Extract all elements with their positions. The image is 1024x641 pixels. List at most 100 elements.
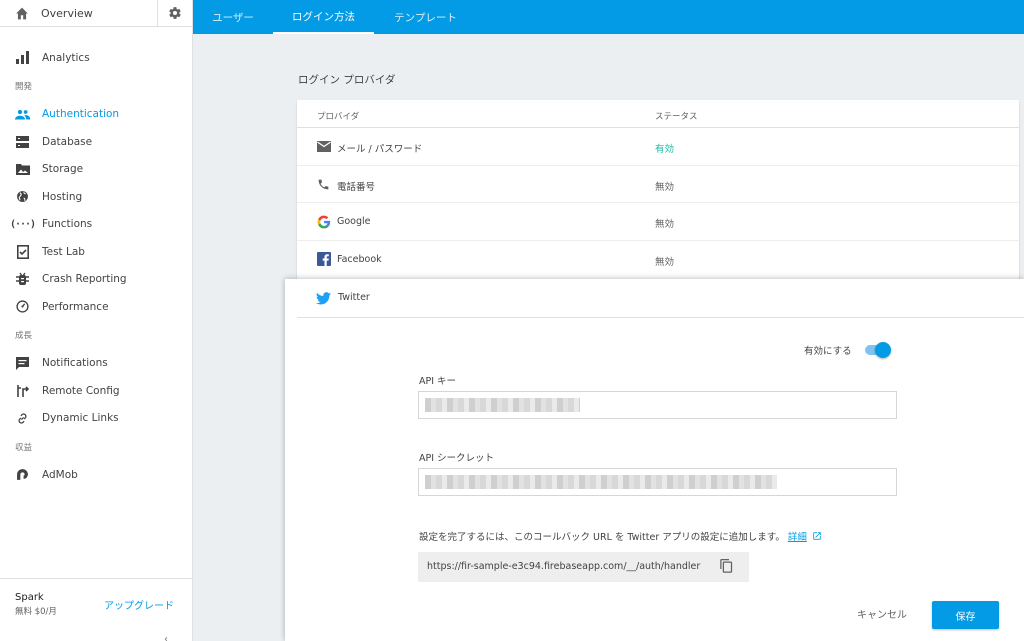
sidebar-item-remote-config[interactable]: Remote Config <box>0 377 192 405</box>
sidebar-item-label: Remote Config <box>42 384 120 397</box>
provider-status: 有効 <box>655 144 675 155</box>
table-row[interactable]: メール / パスワード 有効 <box>297 128 1019 166</box>
sidebar-item-authentication[interactable]: Authentication <box>0 101 192 129</box>
image-folder-icon <box>15 162 30 177</box>
plan-price: 無料 $0/月 <box>15 607 57 617</box>
sidebar-item-storage[interactable]: Storage <box>0 156 192 184</box>
providers-title: ログイン プロバイダ <box>298 74 396 86</box>
link-icon <box>15 411 30 426</box>
provider-name: メール / パスワード <box>337 144 423 155</box>
globe-icon <box>15 189 30 204</box>
sidebar-item-label: Functions <box>42 218 93 231</box>
sidebar-item-label: Test Lab <box>42 245 85 258</box>
sidebar-item-testlab[interactable]: Test Lab <box>0 238 192 266</box>
save-button[interactable]: 保存 <box>932 601 999 629</box>
details-link[interactable]: 詳細 <box>788 532 807 543</box>
provider-name: Twitter <box>338 292 370 303</box>
message-icon <box>15 356 30 371</box>
sidebar-item-label: Performance <box>42 300 109 313</box>
settings-button[interactable] <box>157 0 192 26</box>
provider-status: 無効 <box>655 256 675 268</box>
table-row[interactable]: Google 無効 <box>297 203 1019 241</box>
email-icon <box>316 139 331 154</box>
redacted-value <box>425 398 580 412</box>
redacted-value <box>425 475 777 489</box>
phone-icon <box>316 177 331 192</box>
collapse-sidebar-icon[interactable]: ‹ <box>164 634 168 641</box>
panel-header[interactable]: Twitter <box>297 279 1024 318</box>
enable-label: 有効にする <box>804 346 852 357</box>
facebook-icon <box>316 252 331 267</box>
overview-label: Overview <box>41 6 93 20</box>
checklist-icon <box>15 244 30 259</box>
top-tab-bar: ユーザー ログイン方法 テンプレート <box>193 0 1024 34</box>
sidebar-item-hosting[interactable]: Hosting <box>0 183 192 211</box>
table-row[interactable]: 電話番号 無効 <box>297 166 1019 203</box>
sidebar: Overview Analytics 開発 Authentication Dat… <box>0 0 193 641</box>
tab-templates[interactable]: テンプレート <box>374 0 477 34</box>
sidebar-item-database[interactable]: Database <box>0 128 192 156</box>
provider-status: 無効 <box>655 181 675 193</box>
provider-name: Facebook <box>337 253 382 265</box>
sidebar-item-label: AdMob <box>42 468 78 481</box>
section-label-earn: 収益 <box>15 442 33 453</box>
sidebar-item-crash-reporting[interactable]: Crash Reporting <box>0 266 192 294</box>
sidebar-item-dynamic-links[interactable]: Dynamic Links <box>0 405 192 433</box>
section-label-grow: 成長 <box>15 331 33 341</box>
callback-url: https://fir-sample-e3c94.firebaseapp.com… <box>427 561 701 572</box>
speedometer-icon <box>15 299 30 314</box>
people-icon <box>15 107 30 122</box>
column-header-status: ステータス <box>655 112 698 122</box>
sidebar-item-performance[interactable]: Performance <box>0 293 192 321</box>
twitter-icon <box>316 290 331 309</box>
admob-icon <box>15 467 30 482</box>
tab-sign-in-method[interactable]: ログイン方法 <box>273 0 374 34</box>
sidebar-item-label: Authentication <box>42 108 120 121</box>
section-label-develop: 開発 <box>15 82 33 92</box>
sidebar-item-label: Hosting <box>42 190 83 203</box>
provider-name: 電話番号 <box>337 181 376 193</box>
sidebar-item-label: Storage <box>42 163 84 176</box>
functions-icon: (···) <box>9 218 36 230</box>
open-in-new-icon[interactable] <box>812 531 822 541</box>
providers-table: プロバイダ ステータス メール / パスワード 有効 電話番号 無効 Googl… <box>297 100 1019 280</box>
overview-link[interactable]: Overview <box>0 0 157 26</box>
table-header: プロバイダ ステータス <box>297 100 1019 128</box>
sidebar-item-label: Database <box>42 135 93 148</box>
callback-instructions: 設定を完了するには、このコールバック URL を Twitter アプリの設定に… <box>419 529 822 543</box>
plan-name: Spark <box>15 592 44 603</box>
provider-status: 無効 <box>655 219 675 230</box>
upgrade-link[interactable]: アップグレード <box>104 597 174 612</box>
sidebar-item-label: Notifications <box>42 357 108 370</box>
column-header-provider: プロバイダ <box>317 112 360 122</box>
api-secret-input[interactable] <box>418 468 897 496</box>
callback-url-box: https://fir-sample-e3c94.firebaseapp.com… <box>418 552 749 582</box>
home-icon <box>16 7 28 19</box>
gear-icon <box>169 7 181 19</box>
sidebar-item-notifications[interactable]: Notifications <box>0 350 192 378</box>
sidebar-item-analytics[interactable]: Analytics <box>0 44 192 72</box>
bug-icon <box>15 272 30 287</box>
cancel-button[interactable]: キャンセル <box>857 606 907 621</box>
sidebar-item-label: Dynamic Links <box>42 412 119 425</box>
google-icon <box>316 214 331 229</box>
tab-users[interactable]: ユーザー <box>193 0 273 34</box>
twitter-provider-panel: Twitter 有効にする API キー API シークレット 設定を完了するに… <box>285 279 1024 641</box>
provider-name: Google <box>337 216 371 227</box>
sidebar-nav: Analytics 開発 Authentication Database Sto… <box>0 44 192 489</box>
plan-footer: Spark 無料 $0/月 アップグレード ‹ <box>0 578 192 641</box>
copy-icon[interactable] <box>719 558 734 579</box>
database-icon <box>15 134 30 149</box>
api-secret-label: API シークレット <box>419 453 495 464</box>
sidebar-item-label: Analytics <box>42 51 90 64</box>
api-key-label: API キー <box>419 376 457 387</box>
sidebar-header: Overview <box>0 0 192 27</box>
remote-config-icon <box>15 383 30 398</box>
sidebar-item-label: Crash Reporting <box>42 273 127 286</box>
enable-toggle[interactable] <box>863 342 891 358</box>
api-key-input[interactable] <box>418 391 897 419</box>
table-row[interactable]: Facebook 無効 <box>297 241 1019 279</box>
sidebar-item-functions[interactable]: (···) Functions <box>0 211 192 239</box>
sidebar-item-admob[interactable]: AdMob <box>0 461 192 489</box>
instructions-text: 設定を完了するには、このコールバック URL を Twitter アプリの設定に… <box>419 532 785 543</box>
